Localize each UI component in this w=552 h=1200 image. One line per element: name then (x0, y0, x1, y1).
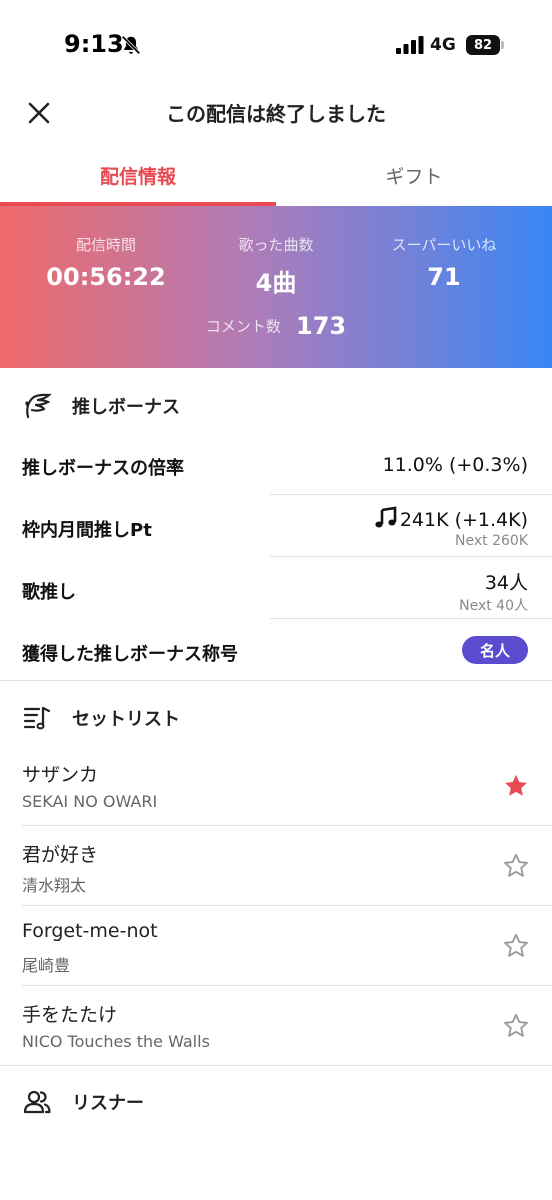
song-artist: NICO Touches the Walls (22, 1032, 210, 1051)
star-outline-icon[interactable] (502, 852, 530, 880)
stat-duration-value: 00:56:22 (46, 263, 166, 291)
stat-comments-value: 173 (296, 312, 347, 340)
song-title: Forget-me-not (22, 920, 158, 942)
song-title: 手をたたけ (22, 1004, 118, 1026)
stats-banner: 配信時間 00:56:22 歌った曲数 4曲 スーパーいいね 71 コメント数 … (0, 206, 552, 368)
setlist-title: セットリスト (72, 709, 180, 730)
star-outline-icon[interactable] (502, 932, 530, 960)
setlist-icon (23, 706, 51, 730)
users-icon (23, 1090, 51, 1114)
page-title: この配信は終了しました (166, 102, 386, 126)
stat-superlike: スーパーいいね 71 (352, 234, 536, 291)
song-oshi-next: Next 40人 (459, 598, 528, 614)
stat-songs: 歌った曲数 4曲 (184, 234, 368, 298)
section-divider (0, 1065, 552, 1066)
battery-tip (501, 41, 504, 49)
divider (270, 618, 552, 619)
bonus-row-title: 獲得した推しボーナス称号 名人 (0, 620, 552, 682)
star-filled-icon[interactable] (502, 772, 530, 800)
bonus-title-label: 獲得した推しボーナス称号 (22, 644, 238, 665)
tab-stream-info[interactable]: 配信情報 (0, 144, 276, 206)
tab-gift[interactable]: ギフト (276, 144, 552, 206)
network-label: 4G (430, 35, 456, 55)
status-bar: 9:13 4G 82 (0, 0, 552, 90)
monthly-pt-value-wrap: 241K (+1.4K) (374, 506, 528, 531)
stat-superlike-label: スーパーいいね (391, 236, 497, 254)
bonus-row-monthly: 枠内月間推しPt 241K (+1.4K) Next 260K (0, 496, 552, 558)
song-artist: 清水翔太 (22, 876, 87, 895)
monthly-pt-value: 241K (+1.4K) (399, 509, 528, 531)
monthly-pt-next: Next 260K (455, 533, 528, 549)
song-row[interactable]: 君が好き 清水翔太 (0, 826, 552, 906)
signal-icon (396, 36, 424, 54)
section-divider (0, 680, 552, 681)
wing-icon (25, 393, 52, 419)
stat-superlike-value: 71 (427, 263, 461, 291)
song-artist: 尾崎豊 (22, 956, 71, 975)
status-time: 9:13 (64, 30, 124, 58)
song-row[interactable]: 手をたたけ NICO Touches the Walls (0, 986, 552, 1066)
oshi-bonus-title: 推しボーナス (72, 397, 180, 418)
stat-songs-label: 歌った曲数 (238, 236, 314, 254)
divider (270, 494, 552, 495)
battery-level: 82 (473, 37, 493, 53)
battery-icon: 82 (466, 35, 500, 55)
stat-duration-label: 配信時間 (75, 236, 136, 254)
song-row[interactable]: Forget-me-not 尾崎豊 (0, 906, 552, 986)
bell-muted-icon (121, 35, 141, 55)
multiplier-label: 推しボーナスの倍率 (22, 458, 184, 479)
song-row[interactable]: サザンカ SEKAI NO OWARI (0, 746, 552, 826)
stat-duration: 配信時間 00:56:22 (14, 234, 198, 291)
music-note-icon (375, 506, 397, 528)
oshi-bonus-header: 推しボーナス (0, 376, 552, 436)
tab-bar: 配信情報 ギフト (0, 144, 552, 206)
stat-comments: コメント数 173 (0, 312, 552, 340)
bonus-title-badge: 名人 (461, 636, 528, 664)
song-title: サザンカ (22, 764, 99, 786)
star-outline-icon[interactable] (502, 1012, 530, 1040)
multiplier-value: 11.0% (+0.3%) (382, 454, 528, 476)
stat-comments-label: コメント数 (205, 317, 281, 336)
song-oshi-value: 34人 (484, 572, 528, 594)
monthly-pt-label: 枠内月間推しPt (22, 520, 152, 541)
setlist-header: セットリスト (0, 688, 552, 748)
song-title: 君が好き (22, 844, 99, 866)
stat-songs-value: 4曲 (255, 269, 297, 297)
listeners-title: リスナー (72, 1093, 144, 1114)
listeners-header: リスナー (0, 1072, 552, 1132)
bonus-row-song-oshi: 歌推し 34人 Next 40人 (0, 558, 552, 620)
song-oshi-label: 歌推し (22, 582, 76, 603)
divider (270, 556, 552, 557)
song-artist: SEKAI NO OWARI (22, 792, 158, 811)
bonus-row-multiplier: 推しボーナスの倍率 11.0% (+0.3%) (0, 434, 552, 496)
